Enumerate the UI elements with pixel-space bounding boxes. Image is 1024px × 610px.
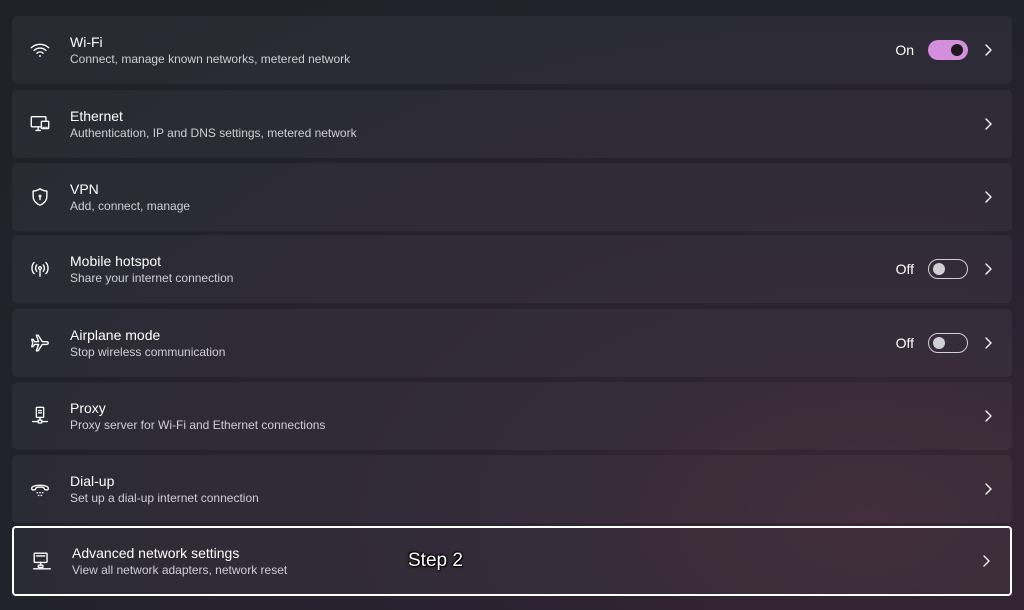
airplane-row[interactable]: Airplane mode Stop wireless communicatio… [12,309,1012,377]
hotspot-row[interactable]: Mobile hotspot Share your internet conne… [12,235,1012,303]
toggle-knob [933,337,945,349]
airplane-text: Airplane mode Stop wireless communicatio… [70,326,225,360]
ethernet-subtitle: Authentication, IP and DNS settings, met… [70,126,357,140]
hotspot-icon [28,257,52,281]
airplane-icon [28,331,52,355]
network-adapter-icon [30,549,54,573]
dialup-text: Dial-up Set up a dial-up internet connec… [70,472,259,506]
airplane-subtitle: Stop wireless communication [70,345,226,359]
proxy-subtitle: Proxy server for Wi-Fi and Ethernet conn… [70,418,326,432]
vpn-title: VPN [70,181,99,197]
proxy-icon [28,404,52,428]
chevron-right-icon[interactable] [982,190,994,204]
wifi-text: Wi-Fi Connect, manage known networks, me… [70,33,350,67]
wifi-state-label: On [895,42,914,58]
wifi-row[interactable]: Wi-Fi Connect, manage known networks, me… [12,16,1012,84]
advanced-network-settings-row[interactable]: Advanced network settings View all netwo… [12,526,1012,596]
ethernet-row[interactable]: Ethernet Authentication, IP and DNS sett… [12,90,1012,158]
vpn-text: VPN Add, connect, manage [70,180,190,214]
vpn-subtitle: Add, connect, manage [70,199,191,213]
airplane-state-label: Off [895,335,914,351]
ethernet-title: Ethernet [70,108,123,124]
advanced-text: Advanced network settings View all netwo… [72,544,287,578]
proxy-title: Proxy [70,400,106,416]
hotspot-toggle-group: Off [896,259,968,279]
hotspot-toggle[interactable] [928,259,968,279]
ethernet-icon [28,112,52,136]
advanced-subtitle: View all network adapters, network reset [72,563,288,577]
toggle-knob [951,44,963,56]
dialup-icon [28,477,52,501]
wifi-title: Wi-Fi [70,34,103,50]
dialup-row[interactable]: Dial-up Set up a dial-up internet connec… [12,455,1012,523]
chevron-right-icon[interactable] [982,336,994,350]
step-annotation: Step 2 [408,550,463,571]
hotspot-state-label: Off [895,261,914,277]
proxy-text: Proxy Proxy server for Wi-Fi and Etherne… [70,399,325,433]
advanced-title: Advanced network settings [72,545,240,561]
wifi-toggle-group: On [895,40,968,60]
chevron-right-icon[interactable] [982,43,994,57]
dialup-title: Dial-up [70,473,115,489]
chevron-right-icon[interactable] [982,117,994,131]
dialup-subtitle: Set up a dial-up internet connection [70,491,259,505]
wifi-toggle[interactable] [928,40,968,60]
chevron-right-icon[interactable] [982,262,994,276]
chevron-right-icon[interactable] [982,482,994,496]
airplane-toggle-group: Off [896,333,968,353]
airplane-title: Airplane mode [70,327,161,343]
wifi-icon [28,38,52,62]
hotspot-title: Mobile hotspot [70,253,162,269]
toggle-knob [933,263,945,275]
vpn-shield-icon [28,185,52,209]
ethernet-text: Ethernet Authentication, IP and DNS sett… [70,107,357,141]
chevron-right-icon[interactable] [982,409,994,423]
hotspot-subtitle: Share your internet connection [70,271,234,285]
proxy-row[interactable]: Proxy Proxy server for Wi-Fi and Etherne… [12,382,1012,450]
wifi-subtitle: Connect, manage known networks, metered … [70,52,351,66]
airplane-toggle[interactable] [928,333,968,353]
vpn-row[interactable]: VPN Add, connect, manage [12,163,1012,231]
chevron-right-icon[interactable] [980,554,992,568]
hotspot-text: Mobile hotspot Share your internet conne… [70,252,233,286]
